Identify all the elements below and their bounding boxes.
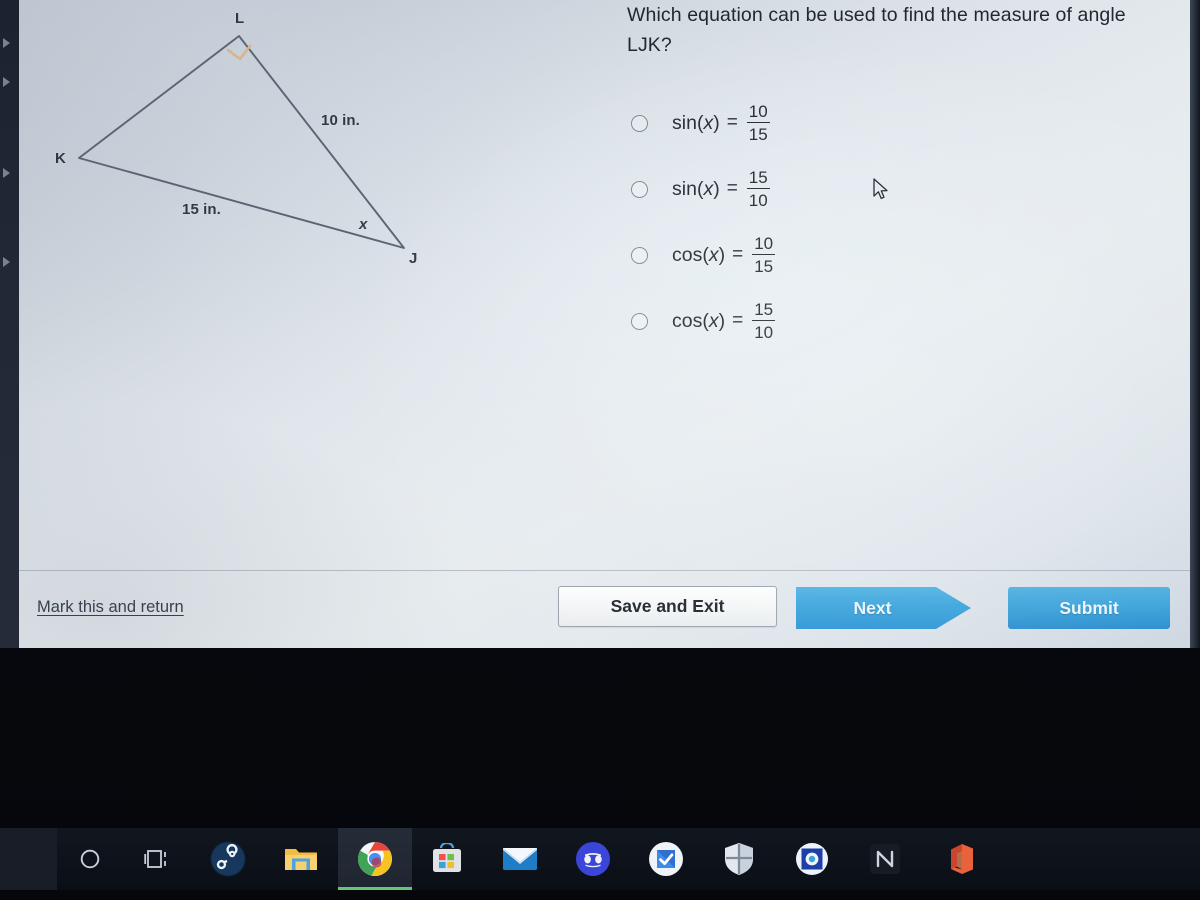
- option-3-numerator: 10: [754, 234, 774, 253]
- cortana-search-icon[interactable]: [70, 839, 110, 879]
- next-button[interactable]: Next: [796, 587, 971, 629]
- option-1-denominator: 15: [746, 122, 770, 143]
- task-view-icon[interactable]: [137, 839, 177, 879]
- steam-icon[interactable]: [208, 839, 248, 879]
- option-4-denominator: 10: [752, 320, 776, 341]
- photo-viewer-icon[interactable]: [792, 839, 832, 879]
- answer-option-1-content: sin(x) = 10 15: [672, 103, 770, 143]
- rail-marker-icon: [3, 38, 10, 48]
- right-angle-marker-icon: [226, 44, 252, 61]
- triangle-figure: L K J 10 in. 15 in. x: [19, 0, 459, 300]
- blue-check-app-icon[interactable]: [646, 839, 686, 879]
- submit-button[interactable]: Submit: [1008, 587, 1170, 629]
- option-4-fraction: 15 10: [752, 300, 776, 341]
- answer-option-1[interactable]: sin(x) = 10 15: [631, 90, 1171, 156]
- triangle-outline: [78, 35, 405, 249]
- radio-button-2[interactable]: [631, 180, 648, 198]
- quiz-page: L K J 10 in. 15 in. x Which equation can…: [19, 0, 1190, 648]
- option-3-equals: =: [732, 244, 744, 265]
- discord-icon[interactable]: [573, 839, 613, 879]
- option-3-fraction: 10 15: [752, 234, 776, 275]
- answer-option-3-content: cos(x) = 10 15: [672, 234, 776, 275]
- option-2-equals: =: [726, 178, 738, 199]
- radio-button-1[interactable]: [631, 114, 648, 132]
- save-and-exit-button[interactable]: Save and Exit: [558, 586, 777, 627]
- option-1-fraction: 10 15: [746, 102, 770, 143]
- screen: L K J 10 in. 15 in. x Which equation can…: [0, 0, 1200, 900]
- vertex-label-J: J: [409, 250, 418, 267]
- rail-marker-icon: [3, 257, 10, 267]
- footer-bar: Mark this and return Save and Exit Next …: [19, 571, 1190, 648]
- google-chrome-icon[interactable]: [355, 839, 395, 879]
- angle-label-x: x: [359, 216, 368, 233]
- option-2-fraction: 15 10: [746, 168, 770, 209]
- option-1-numerator: 10: [748, 102, 768, 121]
- option-4-equals: =: [732, 310, 744, 331]
- side-label-10in: 10 in.: [321, 112, 360, 129]
- vertex-label-L: L: [235, 10, 245, 27]
- vertex-label-K: K: [55, 150, 66, 167]
- answer-option-3[interactable]: cos(x) = 10 15: [631, 222, 1171, 288]
- radio-button-4[interactable]: [631, 312, 648, 330]
- letter-n-app-icon[interactable]: [865, 839, 905, 879]
- file-explorer-icon[interactable]: [281, 839, 321, 879]
- mail-icon[interactable]: [500, 839, 540, 879]
- office-icon[interactable]: [940, 839, 980, 879]
- answer-option-4[interactable]: cos(x) = 15 10: [631, 288, 1171, 354]
- taskbar-bottom-edge: [0, 890, 1200, 900]
- option-2-numerator: 15: [748, 168, 768, 187]
- option-3-function: cos(x): [672, 243, 726, 266]
- option-1-function: sin(x): [672, 111, 720, 134]
- option-3-denominator: 15: [752, 254, 776, 275]
- side-label-15in: 15 in.: [182, 201, 221, 218]
- answer-option-4-content: cos(x) = 15 10: [672, 300, 776, 341]
- windows-taskbar: [0, 828, 1200, 890]
- answer-option-2[interactable]: sin(x) = 15 10: [631, 156, 1171, 222]
- mark-this-and-return-link[interactable]: Mark this and return: [37, 598, 184, 617]
- triangle-svg: [78, 35, 405, 249]
- taskbar-left-block: [0, 828, 57, 890]
- option-2-function: sin(x): [672, 177, 720, 200]
- option-4-numerator: 15: [754, 300, 774, 319]
- rail-marker-icon: [3, 77, 10, 87]
- question-text: Which equation can be used to find the m…: [627, 4, 1126, 56]
- option-2-denominator: 10: [746, 188, 770, 209]
- answer-options-group: sin(x) = 10 15 sin(x) = 15 10 cos(x) = 1…: [631, 90, 1171, 354]
- microsoft-store-icon[interactable]: [427, 839, 467, 879]
- answer-option-2-content: sin(x) = 15 10: [672, 169, 770, 209]
- option-4-function: cos(x): [672, 309, 726, 332]
- option-1-equals: =: [726, 112, 738, 133]
- rail-marker-icon: [3, 168, 10, 178]
- windows-shield-icon[interactable]: [719, 839, 759, 879]
- browser-right-edge: [1190, 0, 1200, 648]
- browser-left-rail: [0, 0, 19, 878]
- radio-button-3[interactable]: [631, 246, 648, 264]
